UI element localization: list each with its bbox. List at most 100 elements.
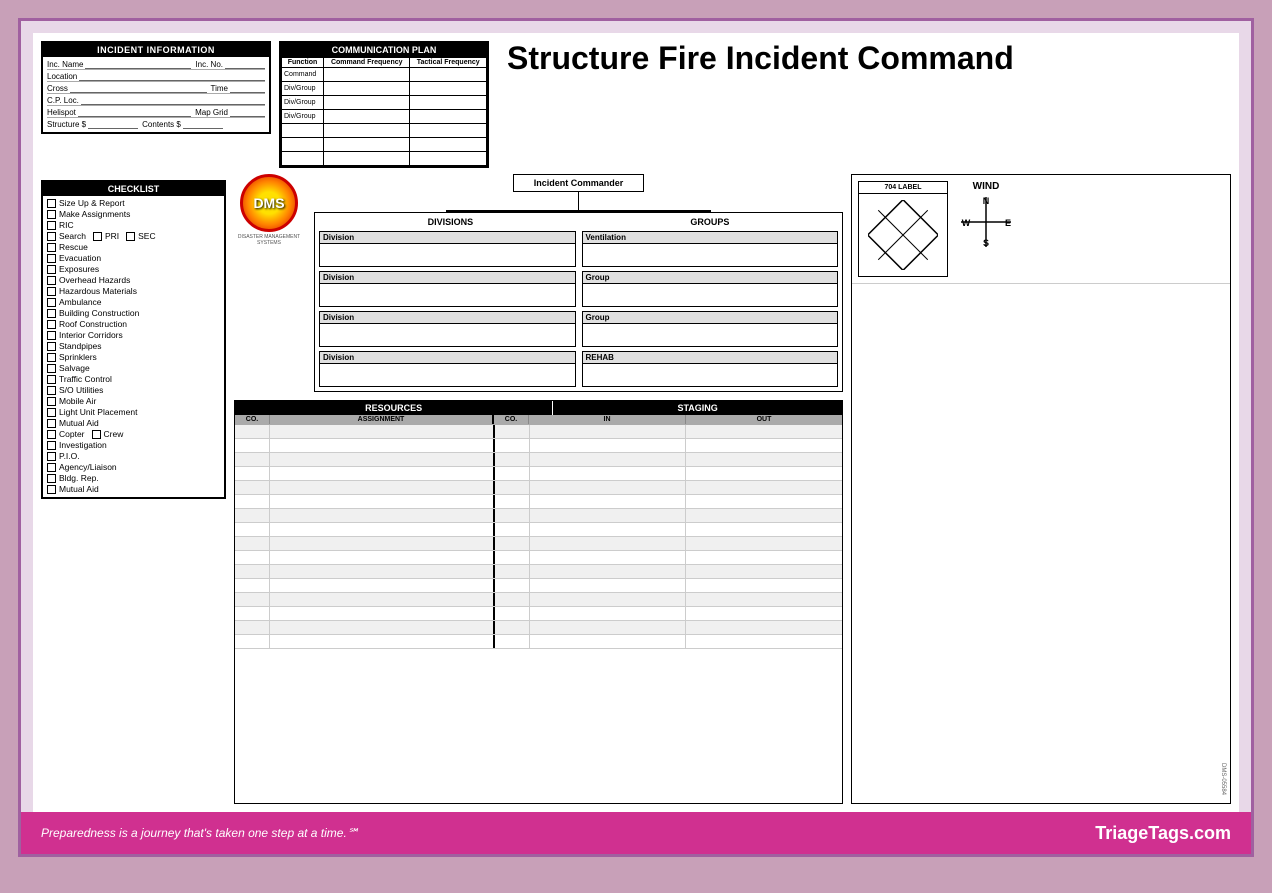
cb-sprinklers[interactable] — [47, 353, 56, 362]
cb-copter[interactable] — [47, 430, 56, 439]
item-mobile-air: Mobile Air — [47, 396, 220, 406]
ic-connector — [578, 192, 580, 210]
rs-co-res-3 — [235, 467, 270, 480]
cb-pio[interactable] — [47, 452, 56, 461]
cb-light-unit[interactable] — [47, 408, 56, 417]
rs-co-res-13 — [235, 607, 270, 620]
rs-out-5 — [686, 495, 842, 508]
rs-co-stg-0 — [495, 425, 530, 438]
label-search: Search — [59, 231, 86, 241]
cb-bldg-const[interactable] — [47, 309, 56, 318]
item-ambulance: Ambulance — [47, 297, 220, 307]
group-rehab: REHAB — [582, 351, 839, 387]
item-so-utilities: S/O Utilities — [47, 385, 220, 395]
footer-url: TriageTags.com — [1095, 823, 1231, 844]
cb-mutual-aid-1[interactable] — [47, 419, 56, 428]
rs-assign-12 — [270, 593, 495, 606]
label-copter: Copter — [59, 429, 85, 439]
rs-assign-6 — [270, 509, 495, 522]
cb-interior[interactable] — [47, 331, 56, 340]
label-704-title: 704 LABEL — [859, 182, 947, 194]
cb-search[interactable] — [47, 232, 56, 241]
cb-agency[interactable] — [47, 463, 56, 472]
groups-col: Ventilation Group Group — [582, 231, 839, 387]
rs-assign-8 — [270, 537, 495, 550]
cb-crew[interactable] — [92, 430, 101, 439]
cb-make-assign[interactable] — [47, 210, 56, 219]
line-structure — [88, 119, 138, 129]
label-evacuation: Evacuation — [59, 253, 101, 263]
cb-evacuation[interactable] — [47, 254, 56, 263]
rs-in-0 — [530, 425, 687, 438]
ic-section: Incident Commander DIVISIONS GROUP — [314, 174, 843, 392]
rs-out-0 — [686, 425, 842, 438]
label-agency: Agency/Liaison — [59, 462, 117, 472]
cb-mobile-air[interactable] — [47, 397, 56, 406]
cb-ric[interactable] — [47, 221, 56, 230]
wind-box: WIND N S W E — [956, 181, 1016, 277]
rs-co-stg-8 — [495, 537, 530, 550]
label-so-utilities: S/O Utilities — [59, 385, 103, 395]
cb-sec[interactable] — [126, 232, 135, 241]
cb-salvage[interactable] — [47, 364, 56, 373]
comm-function-4: Div/Group — [282, 110, 324, 124]
comm-row-4: Div/Group — [282, 110, 487, 124]
cb-standpipes[interactable] — [47, 342, 56, 351]
division-3-header: Division — [320, 312, 575, 324]
group-rehab-header: REHAB — [583, 352, 838, 364]
cb-roof-const[interactable] — [47, 320, 56, 329]
cb-investigation[interactable] — [47, 441, 56, 450]
label-ric: RIC — [59, 220, 74, 230]
item-sprinklers: Sprinklers — [47, 352, 220, 362]
label-structure: Structure $ — [47, 120, 86, 129]
comm-table: Function Command Frequency Tactical Freq… — [281, 57, 487, 166]
divisions-col: Division Division Division — [319, 231, 576, 387]
division-2-body — [320, 284, 575, 306]
item-standpipes: Standpipes — [47, 341, 220, 351]
field-row-cross: Cross Time — [47, 83, 265, 94]
cb-traffic[interactable] — [47, 375, 56, 384]
cb-mutual-aid-2[interactable] — [47, 485, 56, 494]
rs-assign-11 — [270, 579, 495, 592]
cb-size-up[interactable] — [47, 199, 56, 208]
cb-ambulance[interactable] — [47, 298, 56, 307]
group-1-body — [583, 284, 838, 306]
comm-tac-4 — [410, 110, 487, 124]
incident-info-box: INCIDENT INFORMATION Inc. Name Inc. No. … — [41, 41, 271, 134]
rs-co-stg-12 — [495, 593, 530, 606]
ic-box-wrapper: Incident Commander — [314, 174, 843, 192]
division-2-header: Division — [320, 272, 575, 284]
comm-function-5 — [282, 124, 324, 138]
division-3: Division — [319, 311, 576, 347]
comm-cmd-4 — [324, 110, 410, 124]
label-roof-const: Roof Construction — [59, 319, 127, 329]
rs-co-res-15 — [235, 635, 270, 648]
item-light-unit: Light Unit Placement — [47, 407, 220, 417]
cb-exposures[interactable] — [47, 265, 56, 274]
div-groups-body: Division Division Division — [319, 231, 838, 387]
rs-co-stg-9 — [495, 551, 530, 564]
label-rescue: Rescue — [59, 242, 88, 252]
cb-bldg-rep[interactable] — [47, 474, 56, 483]
label-light-unit: Light Unit Placement — [59, 407, 137, 417]
line-cross — [70, 83, 207, 93]
rs-in-15 — [530, 635, 687, 648]
cb-rescue[interactable] — [47, 243, 56, 252]
comm-row-2: Div/Group — [282, 82, 487, 96]
label-salvage: Salvage — [59, 363, 90, 373]
division-1-body — [320, 244, 575, 266]
cb-overhead[interactable] — [47, 276, 56, 285]
cb-hazmat[interactable] — [47, 287, 56, 296]
cb-so-utilities[interactable] — [47, 386, 56, 395]
rs-assign-2 — [270, 453, 495, 466]
line-time — [230, 83, 265, 93]
rs-in-5 — [530, 495, 687, 508]
comm-tac-6 — [410, 138, 487, 152]
cb-pri[interactable] — [93, 232, 102, 241]
rs-co-stg-13 — [495, 607, 530, 620]
rs-assign-1 — [270, 439, 495, 452]
rs-out-12 — [686, 593, 842, 606]
rs-co-stg-1 — [495, 439, 530, 452]
field-row-helispot: Helispot Map Grid — [47, 107, 265, 118]
rs-co-res-0 — [235, 425, 270, 438]
